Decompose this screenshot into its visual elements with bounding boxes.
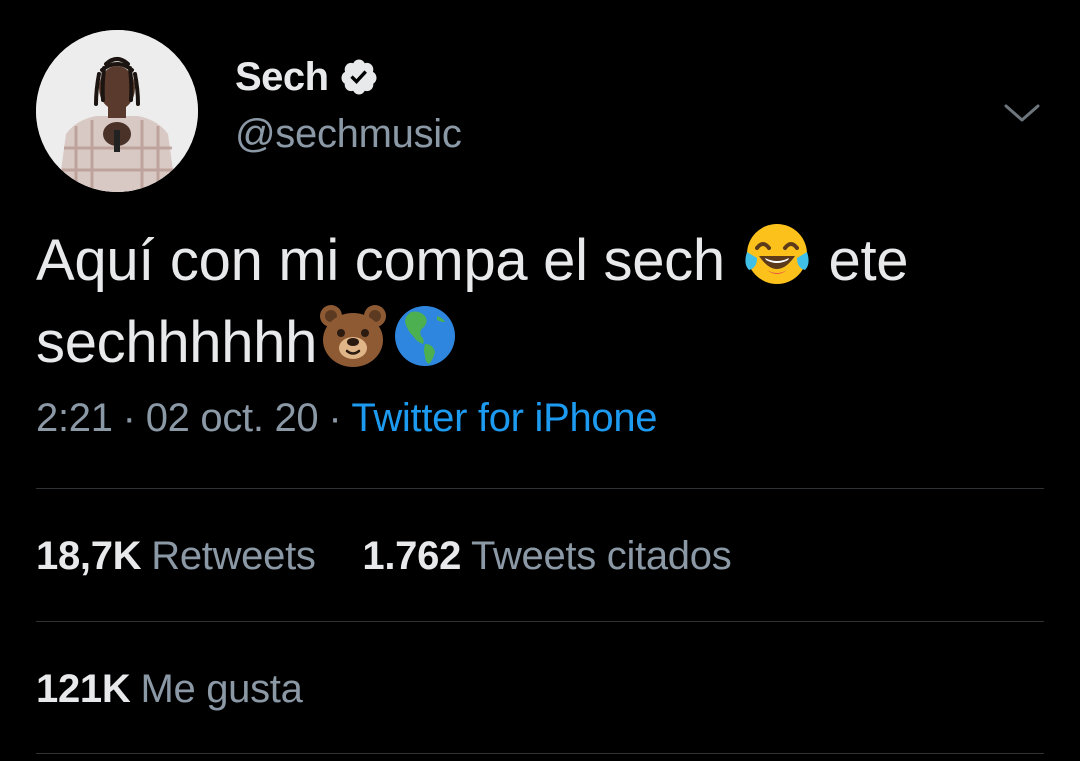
author-handle[interactable]: @sechmusic — [235, 112, 462, 157]
likes-row: 121K Me gusta — [36, 667, 339, 712]
avatar[interactable] — [36, 30, 198, 192]
author-name-row[interactable]: Sech — [235, 52, 379, 102]
meta-separator: · — [122, 396, 136, 440]
tweet-time: 2:21 — [36, 396, 113, 440]
bear-face-icon — [317, 300, 389, 372]
quotes-label: Tweets citados — [471, 534, 732, 578]
verified-badge-icon — [339, 57, 379, 97]
quotes-stat[interactable]: 1.762 Tweets citados — [362, 534, 731, 579]
likes-label: Me gusta — [140, 667, 303, 711]
meta-separator: · — [328, 396, 342, 440]
divider — [36, 753, 1044, 754]
tweet-date: 02 oct. 20 — [145, 396, 319, 440]
tweet-source-link[interactable]: Twitter for iPhone — [351, 396, 657, 440]
likes-count: 121K — [36, 667, 131, 711]
tweet-text-part: sechhhhhh — [36, 310, 318, 375]
author-display-name[interactable]: Sech — [235, 55, 329, 100]
retweets-label: Retweets — [151, 534, 316, 578]
globe-showing-americas-icon — [389, 300, 461, 372]
chevron-down-icon — [1004, 104, 1040, 122]
more-options-button[interactable] — [1000, 96, 1044, 130]
tweet-meta: 2:21 · 02 oct. 20 · Twitter for iPhone — [36, 396, 658, 441]
retweets-stat[interactable]: 18,7K Retweets — [36, 534, 316, 579]
likes-stat[interactable]: 121K Me gusta — [36, 667, 303, 712]
avatar-photo-icon — [36, 30, 198, 192]
tweet-text-part: Aquí con mi compa el sech — [36, 228, 725, 293]
retweets-count: 18,7K — [36, 534, 142, 578]
tweet-text: Aquí con mi compa el sech ete sechhhhhh — [36, 218, 1046, 382]
face-with-tears-of-joy-icon — [741, 218, 813, 290]
engagement-row: 18,7K Retweets 1.762 Tweets citados — [36, 534, 767, 579]
divider — [36, 488, 1044, 489]
tweet-detail: Sech @sechmusic Aquí con mi compa el sec… — [0, 0, 1080, 761]
quotes-count: 1.762 — [362, 534, 462, 578]
tweet-text-part: ete — [828, 228, 909, 293]
divider — [36, 621, 1044, 622]
